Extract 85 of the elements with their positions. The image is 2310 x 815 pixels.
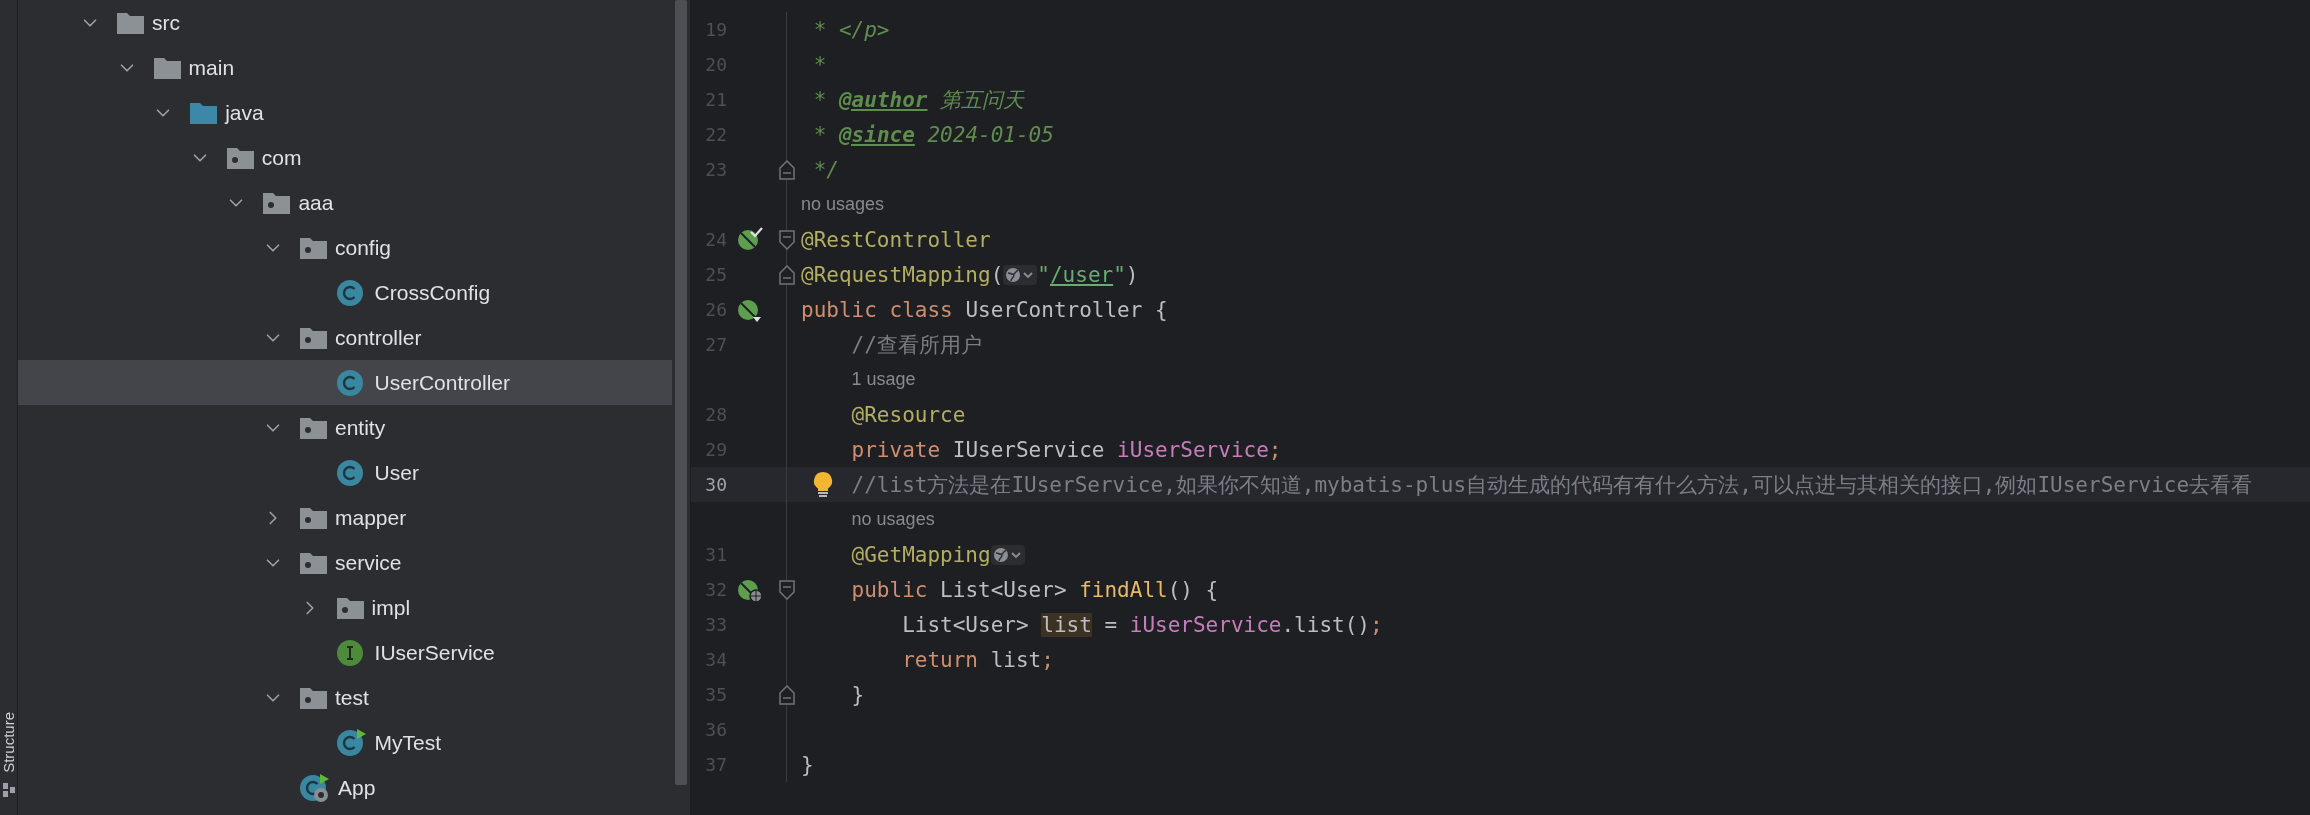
tree-item[interactable]: App: [18, 765, 672, 810]
scrollbar-thumb[interactable]: [675, 0, 687, 785]
tree-item-label: src: [152, 10, 180, 35]
code-text: List<User> list = iUserService.list();: [902, 612, 1383, 637]
tree-item-label: controller: [335, 325, 422, 350]
tree-item[interactable]: java: [18, 90, 672, 135]
code-text: private IUserService iUserService;: [851, 437, 1282, 462]
tree-item-label: java: [225, 100, 264, 125]
tree-item-label: com: [261, 145, 302, 170]
code-text: * @author 第五问天: [813, 86, 1025, 114]
tree-item[interactable]: service: [18, 540, 672, 585]
tree-item-label: config: [335, 235, 392, 260]
tree-item[interactable]: MyTest: [18, 720, 672, 765]
tree-item-label: main: [188, 55, 235, 80]
test-class-icon: [336, 727, 367, 758]
package-icon: [300, 506, 327, 529]
package-icon: [300, 686, 327, 709]
folder-icon: [117, 11, 144, 34]
code-text: @GetMapping: [851, 542, 991, 567]
tree-item[interactable]: aaa: [18, 180, 672, 225]
package-icon: [300, 326, 327, 349]
tree-item[interactable]: UserController: [18, 360, 672, 405]
usage-hint[interactable]: no usages: [801, 194, 885, 215]
package-icon: [263, 191, 291, 214]
line-number: 30: [704, 474, 727, 495]
usage-hint[interactable]: no usages: [851, 509, 935, 530]
code-text: //list方法是在IUserService,如果你不知道,mybatis-plus自动生成的代码有有什么方法,可以点进与其相关的接口,例如IUserService去看看: [851, 471, 2253, 499]
fold-icon[interactable]: [779, 684, 795, 705]
tree-item[interactable]: src: [18, 0, 672, 45]
tree-item-label: test: [335, 685, 369, 710]
lightbulb-icon[interactable]: [813, 471, 833, 498]
fold-icon[interactable]: [779, 159, 795, 180]
code-text: * @since 2024-01-05: [813, 122, 1054, 147]
tree-item[interactable]: controller: [18, 315, 672, 360]
tree-item-label: mapper: [335, 505, 407, 530]
tree-item[interactable]: impl: [18, 585, 672, 630]
code-text: *: [813, 52, 827, 77]
tree-item-label: UserController: [374, 370, 510, 395]
code-text: * </p>: [813, 17, 890, 42]
code-text: public List<User> findAll() {: [851, 577, 1219, 602]
tree-item[interactable]: entity: [18, 405, 672, 450]
globe-icon[interactable]: [990, 544, 1025, 565]
fold-icon[interactable]: [779, 579, 795, 600]
tree-item-label: App: [338, 775, 376, 800]
tree-item[interactable]: CrossConfig: [18, 270, 672, 315]
tree-item-label: User: [374, 460, 419, 485]
tree-item-label: service: [335, 550, 402, 575]
code-text: "/user"): [1037, 262, 1139, 287]
tree-item[interactable]: main: [18, 45, 672, 90]
package-icon: [300, 236, 327, 259]
tree-item[interactable]: mapper: [18, 495, 672, 540]
package-icon: [336, 596, 364, 619]
tree-item[interactable]: config: [18, 225, 672, 270]
usage-hint[interactable]: 1 usage: [851, 369, 916, 390]
package-icon: [226, 146, 254, 169]
code-text: public class UserController {: [801, 297, 1168, 322]
tree-item[interactable]: com: [18, 135, 672, 180]
tree-item-label: entity: [335, 415, 386, 440]
code-text: //查看所用户: [851, 331, 982, 359]
package-icon: [300, 416, 327, 439]
tree-item[interactable]: test: [18, 675, 672, 720]
tree-item[interactable]: User: [18, 450, 672, 495]
fold-icon[interactable]: [779, 229, 795, 250]
app-class-icon: [300, 772, 330, 803]
tree-item[interactable]: IUserService: [18, 630, 672, 675]
tree-item-label: aaa: [298, 190, 334, 215]
tree-item-label: CrossConfig: [374, 280, 491, 305]
code-text: @RequestMapping(: [801, 262, 1004, 287]
structure-icon[interactable]: [2, 783, 15, 797]
folder-icon: [153, 56, 181, 79]
code-text: }: [851, 682, 865, 707]
bean-check-icon[interactable]: [737, 226, 763, 253]
code-text: */: [813, 157, 839, 182]
tree-item-label: MyTest: [374, 730, 442, 755]
package-icon: [300, 551, 327, 574]
code-text: @RestController: [801, 227, 991, 252]
fold-icon[interactable]: [779, 264, 795, 285]
tree-item-label: IUserService: [374, 640, 495, 665]
code-text: }: [801, 752, 814, 777]
code-text: @Resource: [851, 402, 966, 427]
globe-icon[interactable]: [1003, 264, 1038, 285]
structure-tab[interactable]: Structure: [0, 712, 17, 773]
folder-icon: [190, 101, 218, 124]
code-text: return list;: [902, 647, 1054, 672]
tree-item-label: impl: [371, 595, 411, 620]
